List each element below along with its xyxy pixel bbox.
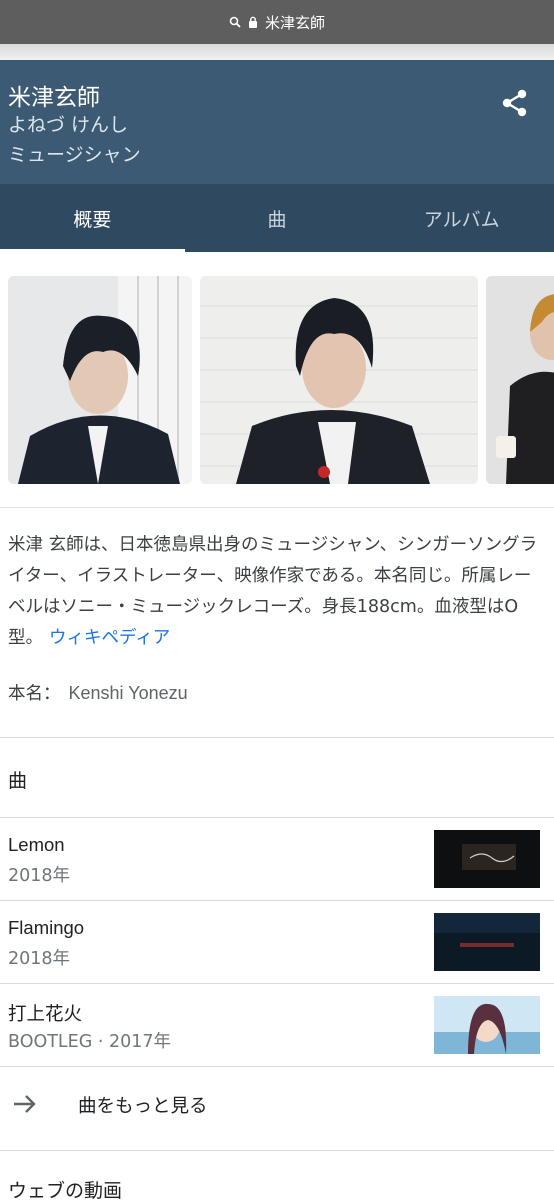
entity-reading: よねづ けんし xyxy=(8,114,129,136)
songs-section-title: 曲 xyxy=(8,770,28,792)
real-name-value: Kenshi Yonezu xyxy=(68,683,188,703)
artist-photo[interactable] xyxy=(8,276,192,484)
song-item[interactable]: Lemon 2018年 xyxy=(0,818,554,900)
divider xyxy=(0,1066,554,1067)
song-title: Flamingo xyxy=(8,917,85,938)
song-thumbnail xyxy=(434,830,540,888)
share-icon[interactable] xyxy=(498,86,532,120)
divider xyxy=(0,737,554,738)
real-name-row: 本名： Kenshi Yonezu xyxy=(8,680,188,705)
artist-photo[interactable] xyxy=(200,276,478,484)
web-videos-title: ウェブの動画 xyxy=(8,1180,123,1200)
wikipedia-link[interactable]: ウィキペディア xyxy=(49,628,170,648)
song-meta: BOOTLEG · 2017年 xyxy=(8,1032,172,1052)
song-meta: 2018年 xyxy=(8,949,71,969)
song-thumbnail xyxy=(434,913,540,971)
image-carousel[interactable] xyxy=(0,252,554,508)
song-title: 打上花火 xyxy=(8,1003,83,1024)
song-meta: 2018年 xyxy=(8,866,71,886)
tab-albums[interactable]: アルバム xyxy=(369,184,554,252)
tab-bar: 概要 曲 アルバム xyxy=(0,184,554,252)
more-songs-button[interactable]: 曲をもっと見る xyxy=(0,1070,554,1138)
song-item[interactable]: 打上花火 BOOTLEG · 2017年 xyxy=(0,984,554,1066)
separator xyxy=(0,44,554,60)
tab-songs[interactable]: 曲 xyxy=(185,184,370,252)
song-item[interactable]: Flamingo 2018年 xyxy=(0,901,554,983)
real-name-label: 本名： xyxy=(8,684,61,704)
artist-photo[interactable] xyxy=(486,276,554,484)
song-title: Lemon xyxy=(8,834,65,855)
song-thumbnail xyxy=(434,996,540,1054)
tab-overview[interactable]: 概要 xyxy=(0,184,185,252)
entity-title: 米津玄師 xyxy=(8,85,100,111)
entity-description: 米津 玄師は、日本徳島県出身のミュージシャン、シンガーソングライター、イラストレ… xyxy=(8,530,548,654)
address-bar[interactable]: 米津玄師 xyxy=(0,0,554,44)
knowledge-panel-header: 米津玄師 よねづ けんし ミュージシャン xyxy=(0,60,554,184)
entity-type: ミュージシャン xyxy=(8,144,141,166)
more-songs-label: 曲をもっと見る xyxy=(78,1096,208,1117)
arrow-right-icon xyxy=(14,1095,36,1113)
lock-icon xyxy=(248,16,257,28)
search-icon xyxy=(229,16,241,28)
url-text: 米津玄師 xyxy=(264,13,325,32)
divider xyxy=(0,1150,554,1151)
